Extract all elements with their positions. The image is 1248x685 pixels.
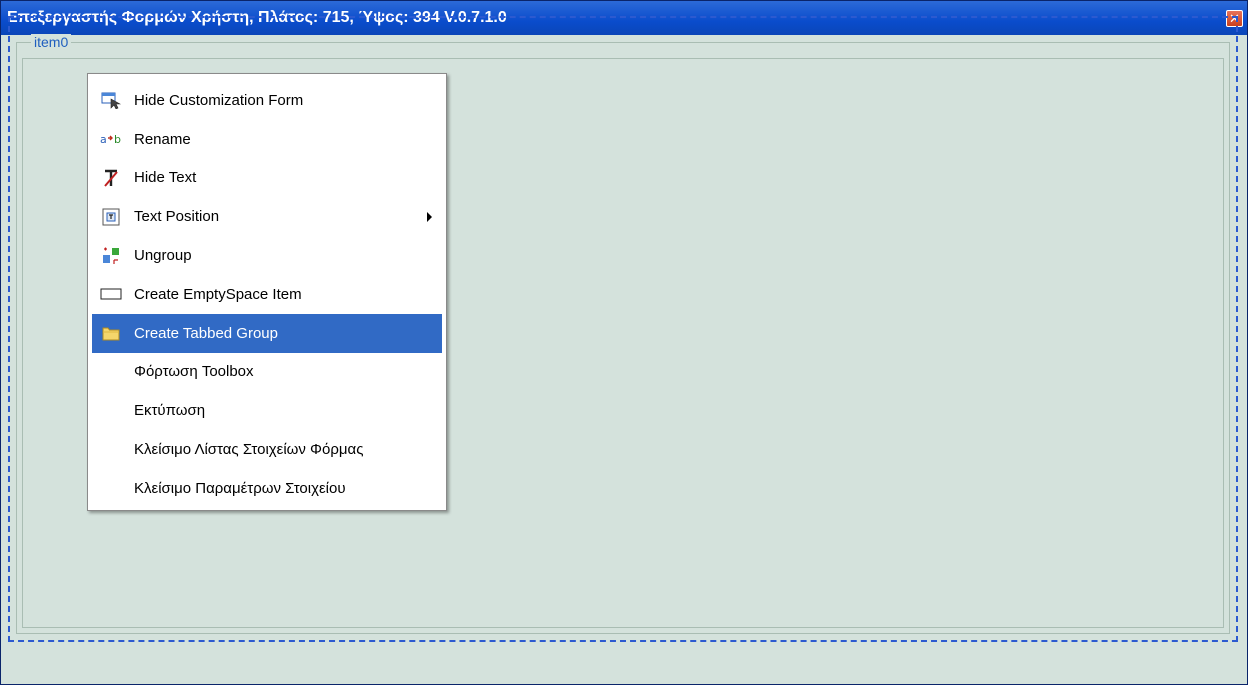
text-position-icon	[100, 207, 122, 227]
menu-item-print[interactable]: Εκτύπωση	[92, 391, 442, 430]
menu-item-label: Ungroup	[134, 247, 192, 265]
hide-form-icon	[100, 90, 122, 110]
empty-space-icon	[100, 284, 122, 304]
svg-text:b: b	[114, 133, 121, 146]
menu-item-ungroup[interactable]: Ungroup	[92, 236, 442, 275]
menu-item-label: Text Position	[134, 208, 220, 226]
menu-item-close-form-items-list[interactable]: Κλείσιμο Λίστας Στοιχείων Φόρμας	[92, 430, 442, 469]
hide-text-icon	[100, 168, 122, 188]
menu-item-close-item-parameters[interactable]: Κλείσιμο Παραμέτρων Στοιχείου	[92, 469, 442, 508]
menu-item-label: Create Tabbed Group	[134, 324, 278, 342]
svg-text:a: a	[100, 133, 107, 146]
group-caption: item0	[31, 34, 72, 50]
ungroup-icon	[100, 246, 122, 266]
menu-item-label: Εκτύπωση	[134, 402, 206, 420]
menu-item-text-position[interactable]: Text Position	[92, 197, 442, 236]
menu-item-create-emptyspace[interactable]: Create EmptySpace Item	[92, 275, 442, 314]
menu-item-label: Hide Text	[134, 169, 197, 187]
submenu-arrow-icon	[427, 212, 432, 223]
menu-item-label: Rename	[134, 130, 191, 148]
rename-icon: a b	[100, 129, 122, 149]
menu-item-hide-customization-form[interactable]: Hide Customization Form	[92, 81, 442, 120]
menu-item-label: Κλείσιμο Παραμέτρων Στοιχείου	[134, 479, 346, 497]
folder-icon	[100, 323, 122, 343]
menu-item-hide-text[interactable]: Hide Text	[92, 159, 442, 198]
menu-item-load-toolbox[interactable]: Φόρτωση Toolbox	[92, 353, 442, 392]
menu-item-label: Φόρτωση Toolbox	[134, 363, 254, 381]
menu-item-label: Create EmptySpace Item	[134, 285, 302, 303]
context-menu: Hide Customization Form a b Rename Hide …	[87, 73, 447, 511]
menu-item-create-tabbed-group[interactable]: Create Tabbed Group	[92, 313, 442, 353]
menu-item-rename[interactable]: a b Rename	[92, 120, 442, 159]
menu-item-label: Hide Customization Form	[134, 91, 304, 109]
menu-item-label: Κλείσιμο Λίστας Στοιχείων Φόρμας	[134, 441, 364, 459]
